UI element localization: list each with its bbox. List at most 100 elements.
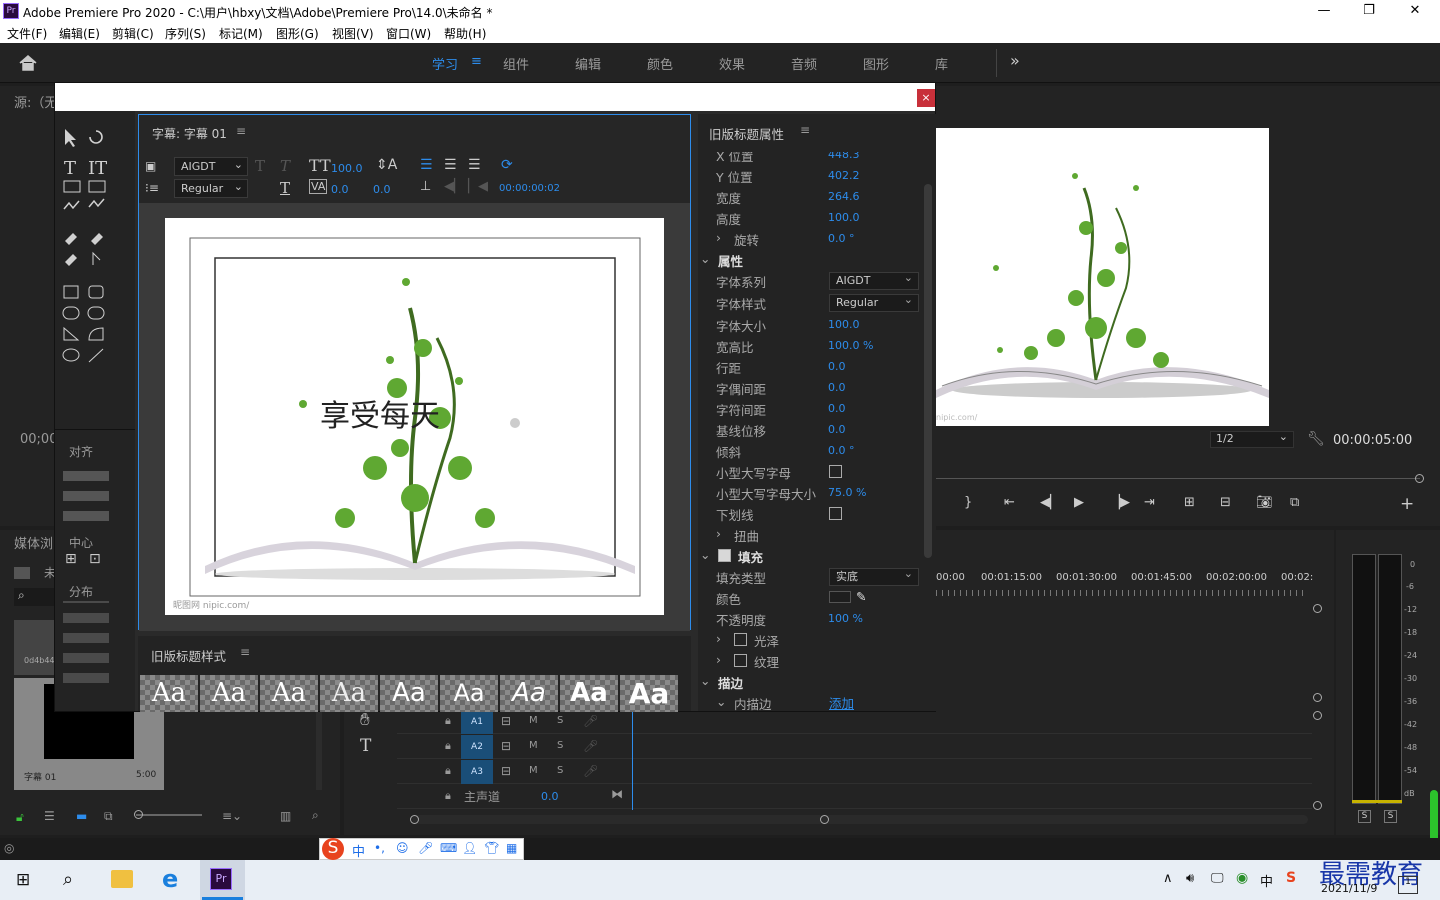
mute-button[interactable]: M (529, 740, 538, 751)
tab-editing[interactable]: 编辑 (575, 54, 601, 73)
lift-icon[interactable]: ⊞ (1184, 495, 1195, 510)
export-frame-icon[interactable]: 📷︎ (1256, 495, 1273, 510)
prop-value[interactable]: 75.0 % (828, 486, 866, 499)
distribute-icons[interactable] (63, 601, 109, 683)
add-button-icon[interactable]: + (1400, 494, 1414, 514)
ime-toolbox-icon[interactable]: ▦ (506, 841, 517, 855)
track-sync-icon[interactable]: ⊟ (501, 764, 511, 778)
props-menu-icon[interactable]: ≡ (800, 123, 810, 137)
menu-sequence[interactable]: 序列(S) (165, 25, 206, 42)
step-forward-icon[interactable]: ▕▶ (1110, 495, 1130, 510)
fill-checkbox[interactable] (718, 549, 731, 562)
solo-button[interactable]: S (557, 740, 563, 751)
menu-clip[interactable]: 剪辑(C) (112, 25, 154, 42)
tray-volume-icon[interactable]: 🔊︎ (1186, 871, 1194, 886)
align-icons[interactable] (63, 461, 109, 521)
style-swatch[interactable]: Aa (620, 675, 678, 712)
title-tool-icons[interactable]: T ⅠT (55, 121, 135, 381)
font-family-dropdown[interactable]: AIGDT (829, 270, 919, 290)
underline-checkbox[interactable] (829, 507, 842, 520)
expand-chevron-icon[interactable]: › (716, 230, 721, 245)
edge-browser-icon[interactable]: e (162, 865, 178, 893)
tray-overflow-icon[interactable]: ∧ (1163, 871, 1173, 886)
type-tool-icon[interactable]: T (360, 736, 371, 756)
tray-sogou-icon[interactable]: S (1286, 870, 1296, 886)
file-explorer-icon[interactable] (111, 870, 133, 888)
prop-value[interactable]: 0.0 (828, 360, 846, 373)
play-icon[interactable]: ▶ (1074, 495, 1084, 510)
sogou-ime-icon[interactable]: S (322, 838, 344, 860)
track-lock-icon[interactable]: 🔒︎ (445, 764, 451, 778)
styles-menu-icon[interactable]: ≡ (240, 645, 250, 659)
fill-type-dropdown[interactable]: 实底 (829, 566, 919, 586)
go-to-out-icon[interactable]: ⇥ (1144, 495, 1155, 510)
section-texture[interactable]: 纹理 (754, 652, 779, 671)
menu-view[interactable]: 视图(V) (332, 25, 374, 42)
mute-button[interactable]: M (529, 765, 538, 776)
section-attributes[interactable]: 属性 (718, 251, 743, 270)
collapse-chevron-icon[interactable]: ⌄ (700, 547, 710, 562)
step-back-icon[interactable]: ◀▏ (1040, 495, 1060, 510)
leading-value[interactable]: 0.0 (373, 183, 391, 196)
ime-punctuation[interactable]: •, (374, 841, 385, 855)
sort-icon[interactable]: ≡⌄ (222, 809, 242, 823)
tab-assembly[interactable]: 组件 (503, 54, 529, 73)
comparison-view-icon[interactable]: ⧉ (1290, 495, 1299, 510)
solo-right-button[interactable]: S (1384, 810, 1397, 823)
home-icon[interactable] (18, 54, 38, 72)
align-left-icon[interactable]: ☰ (420, 157, 433, 173)
timeline-scroll-handle[interactable] (1313, 604, 1322, 613)
new-title-icon[interactable]: ▏◀ (468, 179, 488, 194)
font-style-select[interactable]: Regular ⌄ (174, 179, 248, 198)
align-center-icon[interactable]: ☰ (444, 157, 457, 173)
tray-network-icon[interactable]: 🖵 (1211, 871, 1224, 886)
expand-chevron-icon[interactable]: › (716, 652, 721, 667)
ime-chinese-mode[interactable]: 中 (352, 841, 365, 860)
center-vertical-icon[interactable]: ⊡ (89, 551, 101, 567)
prop-value[interactable]: 0.0 (828, 402, 846, 415)
timeline-playhead[interactable] (632, 710, 633, 810)
tray-security-icon[interactable]: ◉ (1236, 870, 1248, 886)
close-window-button[interactable]: ✕ (1403, 2, 1427, 20)
taskbar-premiere-active[interactable]: Pr (200, 860, 245, 900)
style-swatch[interactable]: Aa (380, 675, 438, 712)
solo-button[interactable]: S (557, 715, 563, 726)
fill-color-swatch[interactable] (829, 591, 851, 603)
track-lock-icon[interactable]: 🔒︎ (445, 714, 451, 728)
style-swatch[interactable]: Aa (440, 675, 498, 712)
editor-timecode[interactable]: 00:00:00:02 (499, 183, 560, 194)
style-swatch[interactable]: Aa (140, 675, 198, 712)
lock-icon[interactable]: 🔓︎ (16, 810, 24, 825)
texture-checkbox[interactable] (734, 654, 747, 667)
solo-button[interactable]: S (557, 765, 563, 776)
kerning-value[interactable]: 0.0 (331, 183, 349, 196)
prop-value[interactable]: 0.0 ° (828, 232, 855, 245)
collapse-chevron-icon[interactable]: ⌄ (716, 694, 726, 709)
menu-file[interactable]: 文件(F) (7, 25, 47, 42)
menu-help[interactable]: 帮助(H) (444, 25, 486, 42)
restore-button[interactable]: ❐ (1357, 2, 1381, 20)
project-search-icon[interactable]: ⌕ (14, 588, 54, 606)
prop-value[interactable]: 448.3 (828, 152, 860, 161)
section-distort[interactable]: 扭曲 (734, 526, 759, 545)
track-target-a2[interactable]: A2 (461, 735, 493, 759)
voiceover-mic-icon[interactable]: 🎤︎ (583, 714, 598, 728)
track-target-a3[interactable]: A3 (461, 760, 493, 784)
italic-icon[interactable]: T (280, 157, 290, 175)
timeline-ruler[interactable]: 00:00 00:01:15:00 00:01:30:00 00:01:45:0… (936, 572, 1316, 596)
prop-value[interactable]: 100.0 (828, 318, 860, 331)
section-fill[interactable]: 填充 (738, 547, 763, 566)
style-swatch[interactable]: Aa (200, 675, 258, 712)
clip-thumb-a[interactable] (14, 620, 54, 675)
prop-value[interactable]: 402.2 (828, 169, 860, 182)
minimize-button[interactable]: — (1312, 2, 1336, 20)
safe-margin-icon[interactable]: ⁝≡ (145, 181, 159, 195)
prop-value[interactable]: 0.0 (828, 381, 846, 394)
canvas-title-text[interactable]: 享受每天 (320, 399, 440, 434)
bold-icon[interactable]: T (255, 157, 265, 175)
wrench-icon[interactable]: 🔧︎ (1307, 431, 1325, 447)
prop-value[interactable]: 100.0 % (828, 339, 873, 352)
more-workspaces-icon[interactable]: » (1010, 51, 1020, 70)
zoom-slider[interactable] (136, 814, 202, 816)
small-caps-checkbox[interactable] (829, 465, 842, 478)
